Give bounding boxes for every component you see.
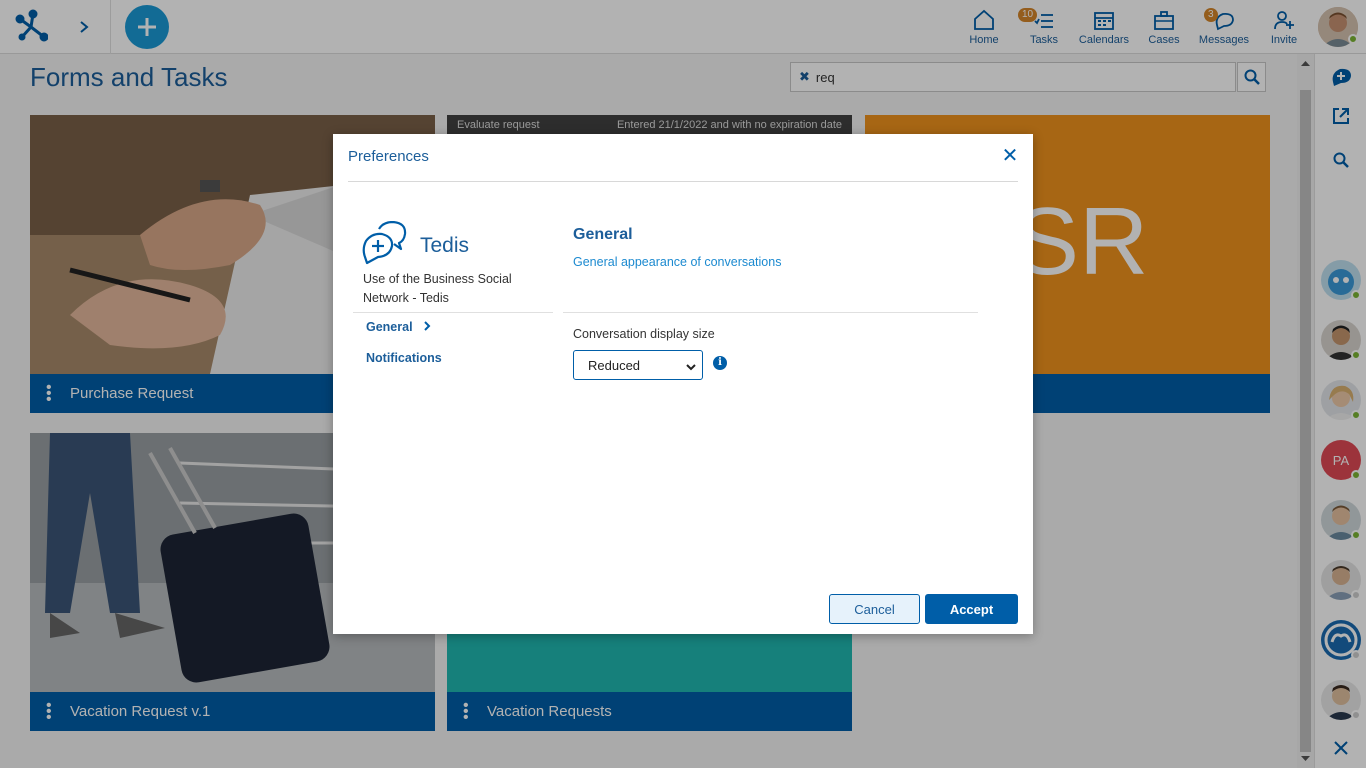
divider (353, 312, 553, 313)
chevron-right-icon (423, 320, 431, 334)
menu-item-label: General (366, 320, 413, 334)
cancel-button[interactable]: Cancel (829, 594, 920, 624)
app-description: Use of the Business Social Network - Ted… (363, 272, 512, 305)
dialog-title: Preferences (348, 148, 429, 165)
field-label: Conversation display size (573, 327, 715, 341)
preferences-dialog: Preferences ✕ Tedis Use of the Business … (333, 134, 1033, 634)
menu-item-general[interactable]: General (366, 320, 431, 334)
chevron-down-icon (686, 360, 696, 371)
select-value: Reduced (588, 357, 641, 373)
accept-button[interactable]: Accept (925, 594, 1018, 624)
divider (348, 181, 1018, 182)
section-title: General (573, 226, 633, 243)
section-subtitle: General appearance of conversations (573, 255, 782, 269)
menu-item-notifications[interactable]: Notifications (366, 351, 442, 365)
close-icon[interactable]: ✕ (1001, 146, 1019, 166)
tedis-chat-icon (361, 220, 407, 265)
conversation-size-select[interactable]: Reduced (573, 350, 703, 380)
app-name: Tedis (420, 234, 470, 257)
divider (563, 312, 978, 313)
info-icon[interactable]: i (713, 356, 727, 370)
